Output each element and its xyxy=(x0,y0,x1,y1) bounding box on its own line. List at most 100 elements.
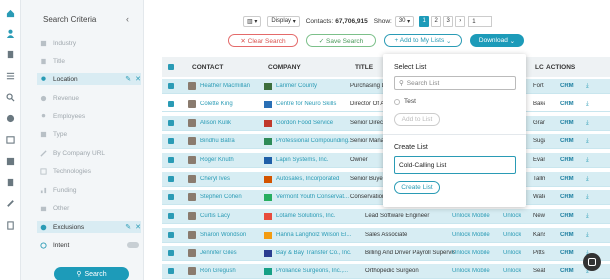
row-checkbox[interactable] xyxy=(168,120,174,126)
crm-button[interactable]: CRM xyxy=(560,176,574,182)
close-icon[interactable]: ✕ xyxy=(135,223,141,231)
table-icon[interactable] xyxy=(5,156,15,166)
check-circle-icon[interactable] xyxy=(5,113,15,123)
download-icon[interactable]: ⤓ xyxy=(586,232,589,239)
contact-name[interactable]: Colette King xyxy=(200,101,260,107)
document-icon[interactable] xyxy=(5,177,15,187)
criteria-type[interactable]: Type xyxy=(39,128,139,140)
unlock-link[interactable]: Unlock xyxy=(503,232,521,238)
person-icon[interactable] xyxy=(5,28,15,38)
company-name[interactable]: Larimer County xyxy=(276,83,351,89)
download-icon[interactable]: ⤓ xyxy=(586,194,589,201)
add-to-list-button[interactable]: Add to List xyxy=(394,113,440,126)
row-checkbox[interactable] xyxy=(168,101,174,107)
search-icon[interactable] xyxy=(5,92,15,102)
search-button[interactable]: ⚲ Search xyxy=(54,267,129,280)
wrench-icon[interactable] xyxy=(5,198,15,208)
download-icon[interactable]: ⤓ xyxy=(586,83,589,90)
crm-button[interactable]: CRM xyxy=(560,250,574,256)
page-input[interactable]: 1 xyxy=(468,15,493,27)
company-name[interactable]: Hanna Langholz Wilson El... xyxy=(276,232,351,238)
download-icon[interactable]: ⤓ xyxy=(586,213,589,220)
collapse-icon[interactable]: ‹ xyxy=(126,14,129,24)
download-icon[interactable]: ⤓ xyxy=(586,101,589,108)
contact-name[interactable]: Ron Gregush xyxy=(200,268,260,274)
company-name[interactable]: Lotame Solutions, Inc. xyxy=(276,213,351,219)
contact-name[interactable]: Alison Kulik xyxy=(200,120,260,126)
contact-name[interactable]: Cheryl Ives xyxy=(200,176,260,182)
download-icon[interactable]: ⤓ xyxy=(586,138,589,145)
crm-button[interactable]: CRM xyxy=(560,120,574,126)
crm-button[interactable]: CRM xyxy=(560,157,574,163)
crm-button[interactable]: CRM xyxy=(560,101,574,107)
crm-button[interactable]: CRM xyxy=(560,138,574,144)
criteria-technologies[interactable]: Technologies xyxy=(39,165,139,177)
page-2[interactable]: 2 xyxy=(431,15,442,27)
list-icon[interactable] xyxy=(5,70,15,80)
crm-button[interactable]: CRM xyxy=(560,83,574,89)
page-3[interactable]: 3 xyxy=(443,15,454,27)
company-name[interactable]: Professional Compounding... xyxy=(276,138,351,144)
note-icon[interactable] xyxy=(5,220,15,230)
row-checkbox[interactable] xyxy=(168,157,174,163)
row-checkbox[interactable] xyxy=(168,138,174,144)
criteria-exclusions[interactable]: Exclusions ✎ ✕ xyxy=(37,221,141,233)
save-search-button[interactable]: ✓ Save Search xyxy=(306,34,376,47)
display-dropdown[interactable]: Display ▾ xyxy=(267,15,300,27)
download-icon[interactable]: ⤓ xyxy=(586,157,589,164)
company-name[interactable]: Bay & Bay Transfer Co., Inc. xyxy=(276,250,351,256)
criteria-company-url[interactable]: By Company URL xyxy=(39,147,139,159)
table-row[interactable]: Ron Gregush Proliance Surgeons, Inc.,...… xyxy=(162,264,610,279)
contact-name[interactable]: Stephen Cohen xyxy=(200,194,260,200)
unlock-mobile-link[interactable]: Unlock Mobile xyxy=(452,268,490,274)
download-icon[interactable]: ⤓ xyxy=(586,176,589,183)
edit-icon[interactable]: ✎ xyxy=(125,223,131,231)
company-name[interactable]: Gordon Food Service xyxy=(276,120,351,126)
building-icon[interactable] xyxy=(5,49,15,59)
company-name[interactable]: Proliance Surgeons, Inc.,... xyxy=(276,268,351,274)
columns-toggle[interactable]: ▥ ▾ xyxy=(243,15,262,27)
close-icon[interactable]: ✕ xyxy=(135,75,141,83)
clear-search-button[interactable]: ✕ Clear Search xyxy=(228,34,298,47)
edit-icon[interactable]: ✎ xyxy=(125,75,131,83)
radio-button[interactable] xyxy=(394,98,400,105)
contact-name[interactable]: Heather Macmillan xyxy=(200,83,260,89)
add-to-lists-button[interactable]: + Add to My Lists ⌄ xyxy=(384,34,462,47)
company-name[interactable]: Centre for Neuro Skills xyxy=(276,101,351,107)
contact-name[interactable]: Roger Knuth xyxy=(200,157,260,163)
crm-button[interactable]: CRM xyxy=(560,194,574,200)
row-checkbox[interactable] xyxy=(168,250,174,256)
unlock-link[interactable]: Unlock xyxy=(503,213,521,219)
criteria-industry[interactable]: Industry xyxy=(39,37,139,49)
contact-name[interactable]: Jennifer Giles xyxy=(200,250,260,256)
home-icon[interactable] xyxy=(5,8,15,18)
contact-name[interactable]: Sharon Wondson xyxy=(200,232,260,238)
next-page-button[interactable]: › xyxy=(455,15,466,27)
header-title[interactable]: TITLE xyxy=(355,64,373,71)
contact-name[interactable]: Curtis Lacy xyxy=(200,213,260,219)
page-1[interactable]: 1 xyxy=(419,15,430,27)
criteria-funding[interactable]: Funding xyxy=(39,184,139,196)
criteria-other[interactable]: Other xyxy=(39,202,139,214)
criteria-intent[interactable]: Intent xyxy=(39,239,139,251)
list-option[interactable]: Test xyxy=(394,98,416,105)
row-checkbox[interactable] xyxy=(168,213,174,219)
row-checkbox[interactable] xyxy=(168,232,174,238)
company-name[interactable]: Vermont Youth Conservat... xyxy=(276,194,351,200)
select-all-checkbox[interactable] xyxy=(168,64,174,70)
unlock-link[interactable]: Unlock xyxy=(503,268,521,274)
unlock-mobile-link[interactable]: Unlock Mobile xyxy=(452,213,490,219)
download-icon[interactable]: ⤓ xyxy=(586,120,589,127)
header-lc[interactable]: LC xyxy=(535,64,544,71)
row-checkbox[interactable] xyxy=(168,83,174,89)
crm-button[interactable]: CRM xyxy=(560,213,574,219)
unlock-link[interactable]: Unlock xyxy=(503,250,521,256)
criteria-title[interactable]: Title xyxy=(39,55,139,67)
criteria-location[interactable]: Location ✎ ✕ xyxy=(37,73,141,85)
crm-button[interactable]: CRM xyxy=(560,268,574,274)
create-list-button[interactable]: Create List xyxy=(394,181,440,194)
row-checkbox[interactable] xyxy=(168,268,174,274)
company-name[interactable]: Autosales, Incorporated xyxy=(276,176,351,182)
show-dropdown[interactable]: 30 ▾ xyxy=(394,15,415,27)
contact-name[interactable]: Bindhu Batra xyxy=(200,138,260,144)
